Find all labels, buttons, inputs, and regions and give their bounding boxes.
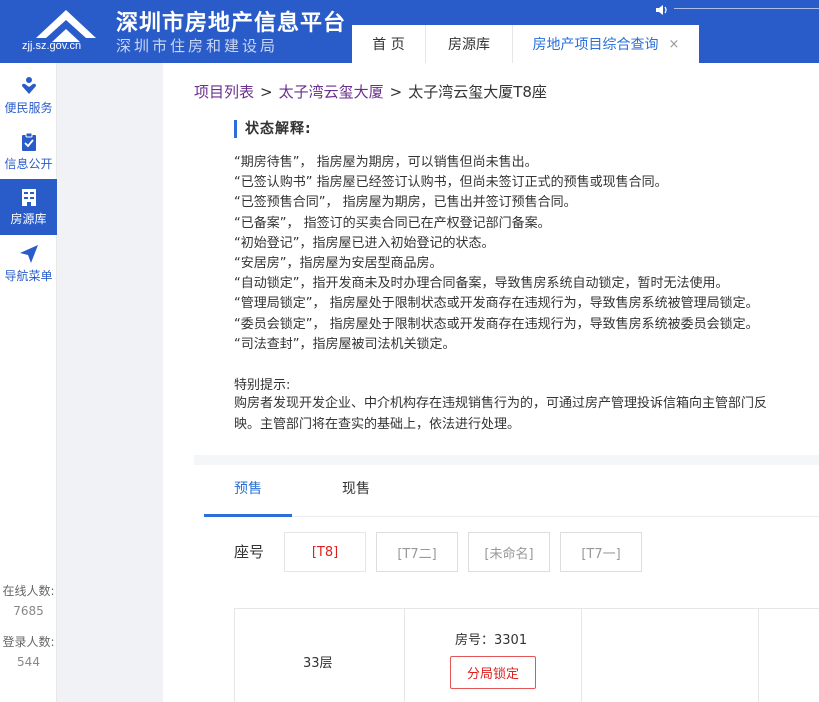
tab-label: 房源库 (448, 37, 490, 53)
status-line: “已备案”， 指签订的买卖合同已在产权登记部门备案。 (234, 215, 551, 231)
sidebar-item-info-disclosure[interactable]: 信息公开 (0, 124, 57, 180)
online-count-value: 7685 (13, 604, 44, 618)
main-area: 项目列表 > 太子湾云玺大厦 > 太子湾云玺大厦T8座 状态解释: “期房待售”， 指房… (57, 63, 819, 702)
sidebar-item-label: 房源库 (10, 212, 47, 226)
tip-title: 特别提示: (234, 378, 291, 393)
status-line: “期房待售”， 指房屋为期房，可以销售但尚未售出。 (234, 155, 538, 170)
status-line: “司法查封”，指房屋被司法机关锁定。 (234, 336, 456, 352)
seat-label: 座号 (234, 543, 265, 561)
breadcrumb-project-list[interactable]: 项目列表 (194, 83, 254, 101)
tab-label: 首 页 (372, 37, 405, 53)
close-icon[interactable]: × (669, 37, 680, 52)
clipboard-check-icon (21, 132, 36, 151)
sidebar-item-housing-library[interactable]: 房源库 (0, 179, 57, 235)
breadcrumb-project[interactable]: 太子湾云玺大厦 (279, 83, 384, 101)
table-column-divider (581, 608, 582, 702)
login-count-stat: 登录人数: 544 (0, 632, 57, 672)
seat-button-t7-2[interactable]: [T7二] (376, 532, 458, 572)
paper-plane-icon (19, 245, 38, 263)
tab-housing-library[interactable]: 房源库 (426, 25, 513, 63)
tab-home[interactable]: 首 页 (352, 25, 426, 63)
breadcrumb: 项目列表 > 太子湾云玺大厦 > 太子湾云玺大厦T8座 (194, 81, 547, 102)
site-subtitle: 深圳市住房和建设局 (116, 37, 279, 55)
sidebar-item-label: 信息公开 (4, 157, 53, 171)
table-column-divider (758, 608, 759, 702)
online-count-label: 在线人数: (2, 584, 55, 598)
page-tabs: 首 页 房源库 房地产项目综合查询 × (352, 25, 699, 63)
seat-button-unnamed[interactable]: [未命名] (468, 532, 550, 572)
site-logo-icon[interactable] (30, 4, 102, 44)
building-icon (21, 189, 36, 206)
status-line: “管理局锁定”， 指房屋处于限制状态或开发商存在违规行为，导致售房系统被管理局锁… (234, 296, 759, 312)
status-line: “安居房”，指房屋为安居型商品房。 (234, 256, 443, 272)
site-title: 深圳市房地产信息平台 (116, 11, 347, 36)
table-column-divider (404, 608, 405, 702)
content-panel: 项目列表 > 太子湾云玺大厦 > 太子湾云玺大厦T8座 状态解释: “期房待售”， 指房… (163, 63, 819, 702)
tab-project-query[interactable]: 房地产项目综合查询 × (513, 25, 699, 63)
heart-person-icon (21, 77, 36, 94)
sidebar-item-label: 导航菜单 (4, 269, 53, 283)
sale-type-tabs: 预售 现售 (204, 465, 819, 517)
tip-body: 购房者发现开发企业、中介机构存在违规销售行为的，可通过房产管理投诉信箱向主管部门… (234, 396, 768, 432)
sidebar-item-public-service[interactable]: 便民服务 (0, 68, 57, 124)
volume-icon[interactable] (655, 3, 669, 17)
tab-spot-sale[interactable]: 现售 (316, 465, 396, 517)
site-header: zjj.sz.gov.cn 深圳市房地产信息平台 深圳市住房和建设局 首 页 房… (0, 0, 819, 63)
section-divider (194, 455, 819, 465)
status-line: “自动锁定”，指开发商未及时办理合同备案，导致售房系统自动锁定，暂时无法使用。 (234, 276, 729, 292)
status-list: “期房待售”， 指房屋为期房，可以销售但尚未售出。 “已签认购书” 指房屋已经签… (234, 153, 819, 355)
tab-label: 房地产项目综合查询 (532, 37, 659, 53)
tab-presale[interactable]: 预售 (204, 465, 292, 517)
floor-label: 33层 (303, 656, 333, 671)
breadcrumb-current: 太子湾云玺大厦T8座 (408, 83, 547, 101)
marquee-track (674, 8, 819, 9)
online-count-stat: 在线人数: 7685 (0, 581, 57, 621)
sidebar-item-nav-menu[interactable]: 导航菜单 (0, 236, 57, 292)
room-number[interactable]: 房号：3301 (455, 629, 527, 648)
sidebar: 便民服务 信息公开 房源库 导航菜单 在线人数: 7685 登录人数: 544 (0, 63, 57, 702)
login-count-label: 登录人数: (2, 635, 55, 649)
sidebar-item-label: 便民服务 (4, 101, 53, 115)
status-heading: 状态解释: (234, 120, 312, 138)
seat-button-t8[interactable]: [T8] (284, 532, 366, 572)
room-status-badge[interactable]: 分局锁定 (450, 656, 536, 689)
status-line: “已签预售合同”， 指房屋为期房，已售出并签订预售合同。 (234, 195, 577, 211)
site-domain: zjj.sz.gov.cn (22, 40, 82, 52)
status-line: “委员会锁定”， 指房屋处于限制状态或开发商存在违规行为，导致售房系统被委员会锁… (234, 316, 759, 332)
status-line: “初始登记”，指房屋已进入初始登记的状态。 (234, 235, 495, 251)
status-line: “已签认购书” 指房屋已经签订认购书，但尚未签订正式的预售或现售合同。 (234, 175, 668, 191)
seat-button-t7-1[interactable]: [T7一] (560, 532, 642, 572)
breadcrumb-separator: > (389, 83, 403, 101)
login-count-value: 544 (17, 655, 40, 669)
breadcrumb-separator: > (260, 83, 273, 101)
